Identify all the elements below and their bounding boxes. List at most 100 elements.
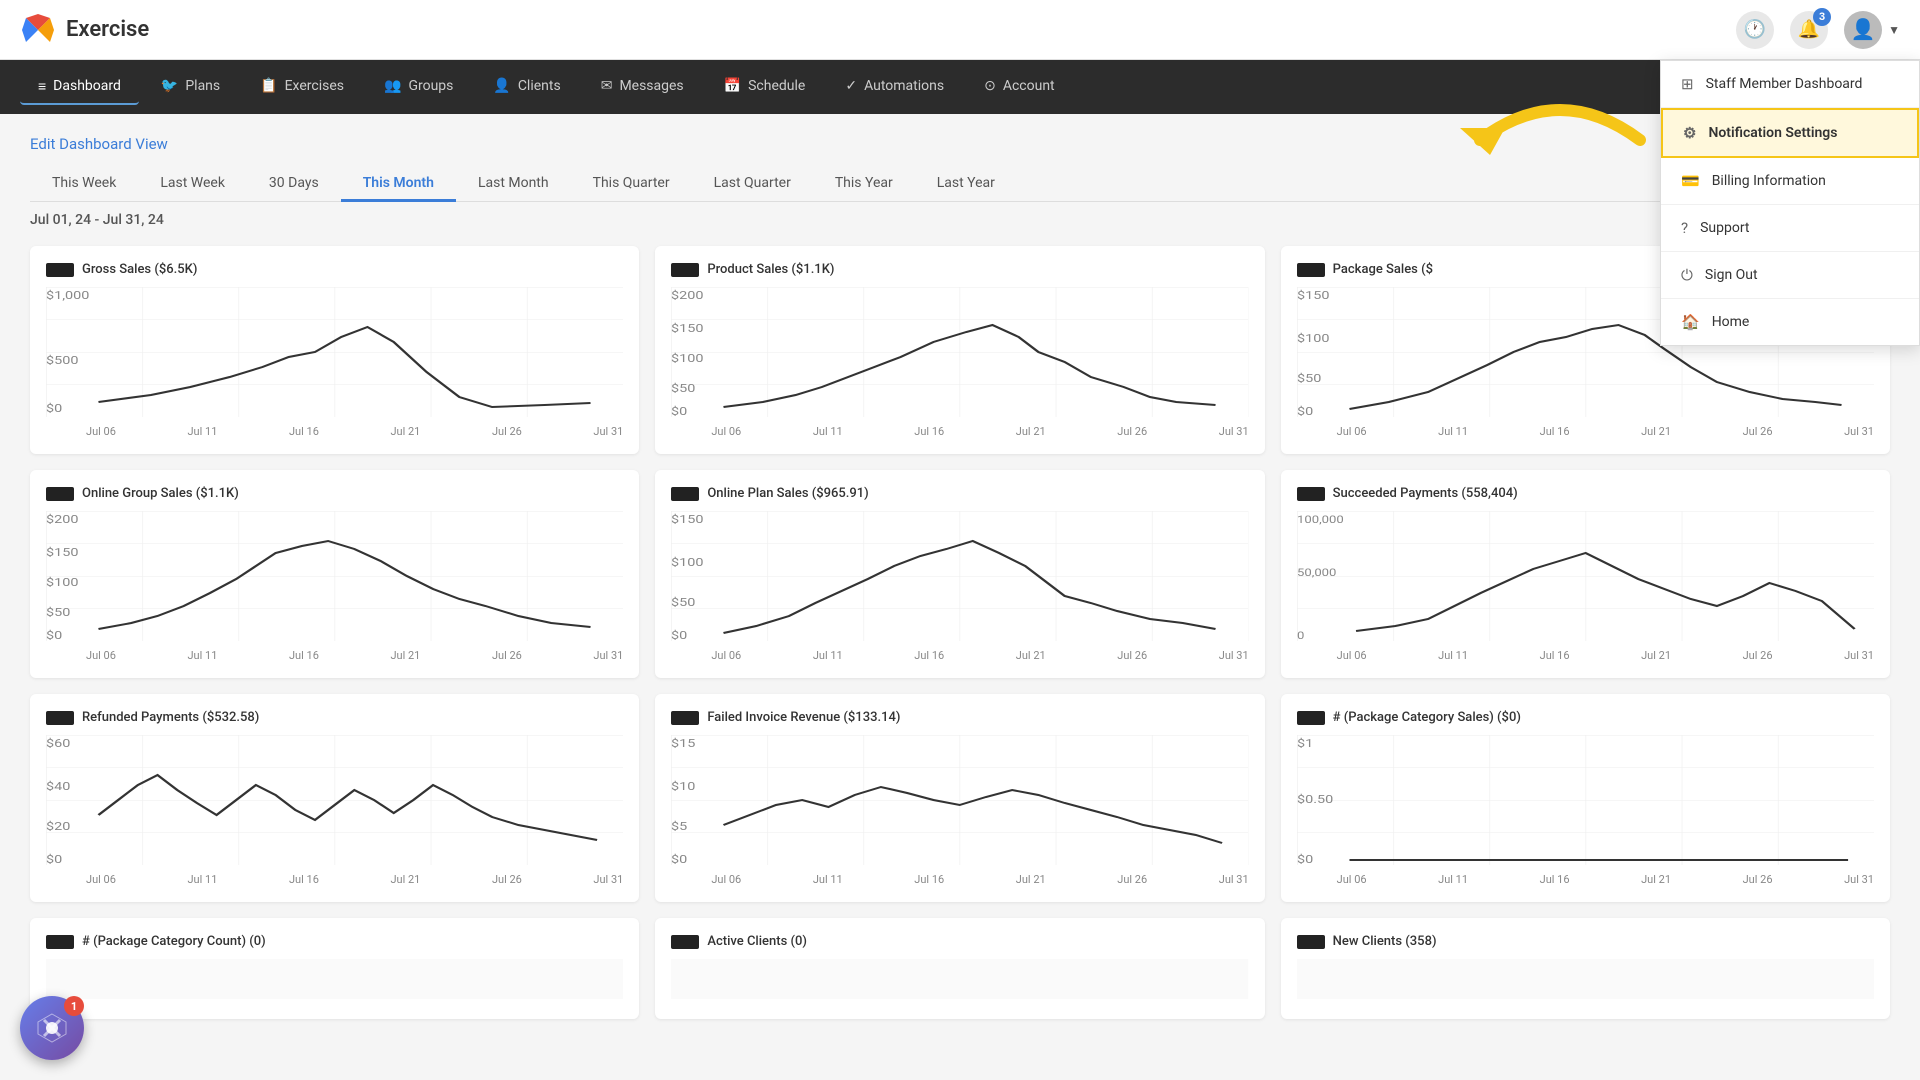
legend-block — [46, 487, 74, 501]
chart-active-clients: Active Clients (0) — [655, 918, 1264, 1019]
chart-svg: $1 $0.50 $0 — [1297, 735, 1874, 865]
chart-header: # (Package Category Sales) ($0) — [1297, 710, 1874, 725]
chart-svg: $200 $150 $100 $50 $0 — [46, 511, 623, 641]
nav-label-plans: Plans — [185, 78, 220, 94]
tab-30-days[interactable]: 30 Days — [247, 167, 341, 202]
chart-title: Active Clients (0) — [707, 934, 807, 949]
tab-this-month[interactable]: This Month — [341, 167, 456, 202]
chart-svg — [46, 959, 623, 999]
svg-text:$15: $15 — [671, 738, 695, 751]
nav-item-account[interactable]: ⊙ Account — [966, 70, 1073, 104]
legend-block — [1297, 263, 1325, 277]
account-button[interactable]: 👤 ▼ — [1844, 11, 1900, 49]
chart-x-labels: Jul 06Jul 11Jul 16Jul 21Jul 26Jul 31 — [46, 425, 623, 438]
chart-online-group-sales: Online Group Sales ($1.1K) $200 $150 $10… — [30, 470, 639, 678]
dropdown-label: Billing Information — [1712, 173, 1826, 189]
date-range: Jul 01, 24 - Jul 31, 24 — [30, 212, 1890, 228]
charts-grid: Gross Sales ($6.5K) $1,000 $500 $0 Jul 0… — [30, 246, 1890, 902]
chart-x-labels: Jul 06Jul 11Jul 16Jul 21Jul 26Jul 31 — [1297, 425, 1874, 438]
svg-text:$0: $0 — [1297, 854, 1313, 865]
nav-label-automations: Automations — [864, 78, 944, 94]
dashboard-icon: ≡ — [38, 78, 46, 95]
timer-button[interactable]: 🕐 — [1736, 11, 1774, 49]
chart-x-labels: Jul 06Jul 11Jul 16Jul 21Jul 26Jul 31 — [671, 425, 1248, 438]
schedule-icon: 📅 — [724, 78, 741, 94]
nav-item-dashboard[interactable]: ≡ Dashboard — [20, 70, 139, 105]
svg-text:$40: $40 — [46, 781, 70, 794]
nav-label-messages: Messages — [619, 78, 683, 94]
nav-item-exercises[interactable]: 📋 Exercises — [242, 70, 362, 104]
top-bar-right: 🕐 🔔 3 👤 ▼ — [1736, 11, 1900, 49]
tab-this-year[interactable]: This Year — [813, 167, 915, 202]
account-dropdown: ⊞ Staff Member Dashboard ⚙ Notification … — [1660, 60, 1920, 346]
legend-block — [671, 935, 699, 949]
chart-svg — [1297, 959, 1874, 999]
tab-this-quarter[interactable]: This Quarter — [571, 167, 692, 202]
nav-item-groups[interactable]: 👥 Groups — [366, 70, 471, 104]
dropdown-support[interactable]: ? Support — [1661, 205, 1919, 252]
nav-item-schedule[interactable]: 📅 Schedule — [706, 70, 824, 104]
dropdown-notification-settings[interactable]: ⚙ Notification Settings — [1661, 108, 1919, 158]
dropdown-label: Home — [1712, 314, 1750, 330]
home-icon: 🏠 — [1681, 313, 1700, 331]
legend-block — [671, 487, 699, 501]
tab-last-week[interactable]: Last Week — [138, 167, 247, 202]
power-icon: ⏻ — [1681, 266, 1693, 284]
gear-icon: ⚙ — [1683, 124, 1696, 142]
notifications-button[interactable]: 🔔 3 — [1790, 11, 1828, 49]
app-switcher-icon — [36, 1012, 68, 1044]
dropdown-label: Support — [1700, 220, 1749, 236]
svg-text:$150: $150 — [46, 547, 78, 560]
svg-text:$0: $0 — [671, 854, 687, 865]
chart-x-labels: Jul 06Jul 11Jul 16Jul 21Jul 26Jul 31 — [671, 873, 1248, 886]
chart-title: Failed Invoice Revenue ($133.14) — [707, 710, 900, 725]
tab-last-quarter[interactable]: Last Quarter — [692, 167, 813, 202]
notification-badge: 3 — [1813, 8, 1831, 26]
dropdown-home[interactable]: 🏠 Home — [1661, 299, 1919, 345]
messages-icon: ✉ — [601, 78, 613, 94]
chart-title: # (Package Category Count) (0) — [82, 934, 266, 949]
chart-header: Active Clients (0) — [671, 934, 1248, 949]
chart-x-labels: Jul 06Jul 11Jul 16Jul 21Jul 26Jul 31 — [46, 873, 623, 886]
tab-last-year[interactable]: Last Year — [915, 167, 1017, 202]
edit-dashboard-link[interactable]: Edit Dashboard View — [30, 135, 168, 153]
dropdown-billing[interactable]: 💳 Billing Information — [1661, 158, 1919, 205]
nav-item-messages[interactable]: ✉ Messages — [583, 70, 702, 104]
svg-text:$150: $150 — [671, 514, 703, 527]
svg-text:$0: $0 — [46, 630, 62, 641]
chart-svg: 100,000 50,000 0 — [1297, 511, 1874, 641]
svg-text:$60: $60 — [46, 738, 70, 751]
chart-title: Refunded Payments ($532.58) — [82, 710, 259, 725]
nav-item-plans[interactable]: 🐦 Plans — [143, 70, 238, 104]
chart-header: # (Package Category Count) (0) — [46, 934, 623, 949]
app-switcher[interactable]: 1 — [20, 996, 84, 1060]
chart-refunded-payments: Refunded Payments ($532.58) $60 $40 $20 … — [30, 694, 639, 902]
svg-text:$200: $200 — [671, 290, 703, 303]
nav-item-clients[interactable]: 👤 Clients — [475, 70, 578, 104]
top-bar: Exercise 🕐 🔔 3 👤 ▼ — [0, 0, 1920, 60]
dropdown-signout[interactable]: ⏻ Sign Out — [1661, 252, 1919, 299]
nav-bar: ≡ Dashboard 🐦 Plans 📋 Exercises 👥 Groups… — [0, 60, 1920, 114]
chart-title: Online Group Sales ($1.1K) — [82, 486, 239, 501]
chart-svg — [671, 959, 1248, 999]
timer-icon: 🕐 — [1744, 19, 1766, 40]
tab-last-month[interactable]: Last Month — [456, 167, 571, 202]
avatar: 👤 — [1844, 11, 1882, 49]
nav-label-account: Account — [1003, 78, 1055, 94]
dropdown-staff-dashboard[interactable]: ⊞ Staff Member Dashboard — [1661, 61, 1919, 108]
groups-icon: 👥 — [384, 78, 401, 94]
svg-text:$0: $0 — [671, 630, 687, 641]
svg-text:$150: $150 — [1297, 290, 1329, 303]
legend-block — [671, 711, 699, 725]
chevron-down-icon: ▼ — [1888, 23, 1900, 37]
nav-item-automations[interactable]: ✓ Automations — [827, 70, 962, 104]
plans-icon: 🐦 — [161, 78, 178, 94]
tab-this-week[interactable]: This Week — [30, 167, 138, 202]
svg-text:$1,000: $1,000 — [46, 290, 89, 303]
chart-header: Online Group Sales ($1.1K) — [46, 486, 623, 501]
chart-header: Gross Sales ($6.5K) — [46, 262, 623, 277]
chart-svg: $15 $10 $5 $0 — [671, 735, 1248, 865]
svg-text:$100: $100 — [1297, 333, 1329, 346]
svg-text:$0: $0 — [46, 403, 62, 416]
chart-svg: $60 $40 $20 $0 — [46, 735, 623, 865]
